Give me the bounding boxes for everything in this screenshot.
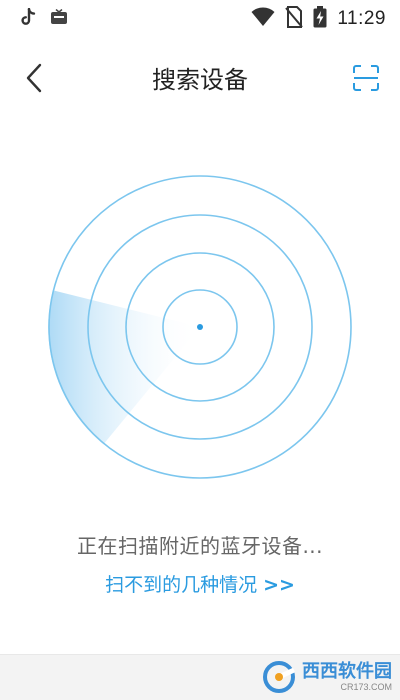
screen: 11:29 搜索设备 正在扫描附近的蓝牙设备... 扫不到的几种情况 >> 西西… (0, 0, 400, 700)
wifi-icon (251, 7, 275, 31)
no-sim-icon (285, 6, 304, 32)
radar-sweep (48, 290, 200, 445)
radar-scanner (48, 175, 352, 479)
header-bar: 搜索设备 (0, 46, 400, 110)
scan-status-text: 正在扫描附近的蓝牙设备... (76, 534, 324, 558)
radar-center-dot (197, 324, 203, 330)
status-bar: 11:29 (0, 0, 400, 36)
watermark: 西西软件园 CR173.COM (262, 654, 392, 700)
tiktok-icon (20, 7, 36, 30)
scan-button[interactable] (348, 60, 384, 96)
watermark-url: CR173.COM (340, 681, 392, 692)
scan-icon (353, 65, 379, 91)
double-arrow-icon: >> (263, 574, 295, 596)
status-right: 11:29 (251, 6, 386, 32)
status-time: 11:29 (337, 8, 386, 29)
page-title: 搜索设备 (152, 66, 248, 94)
battery-charging-icon (313, 6, 327, 32)
help-link[interactable]: 扫不到的几种情况 >> (0, 570, 400, 597)
watermark-logo-icon (263, 661, 296, 693)
tv-app-icon (50, 8, 68, 29)
watermark-brand: 西西软件园 (302, 660, 392, 682)
help-link-label: 扫不到的几种情况 (105, 574, 258, 596)
status-left (20, 7, 68, 30)
